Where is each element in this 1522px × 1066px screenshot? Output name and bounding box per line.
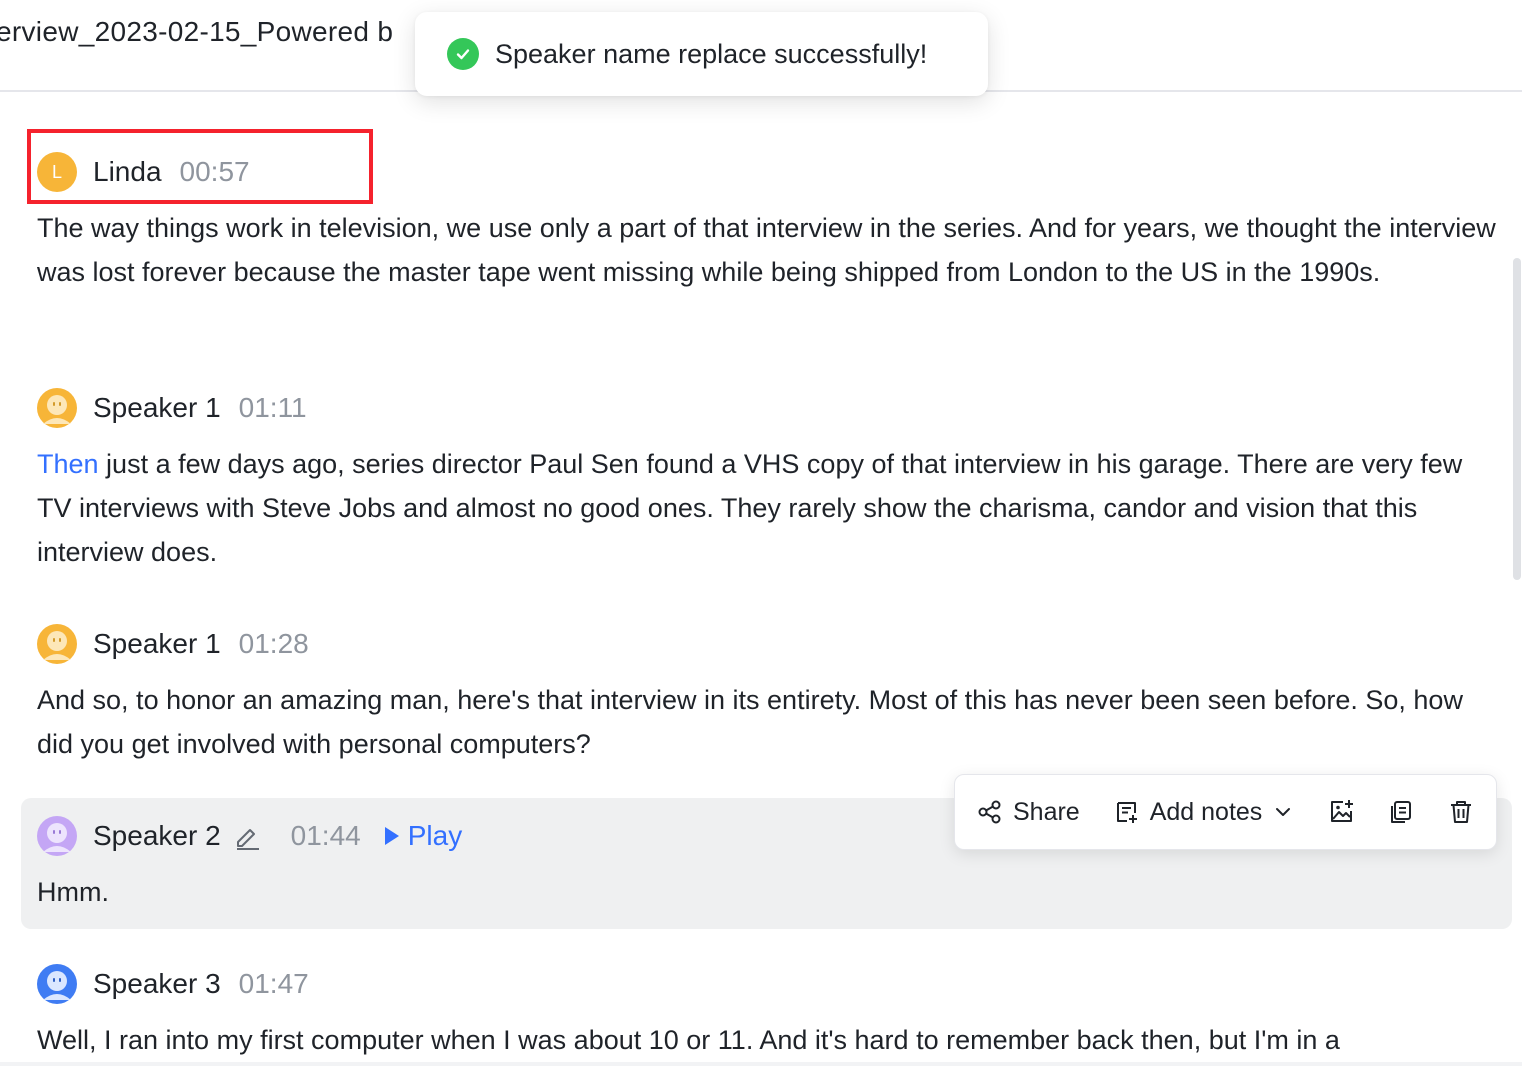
insert-image-button[interactable] bbox=[1328, 790, 1356, 834]
delete-icon bbox=[1451, 801, 1472, 823]
segment-toolbar: Share Add notes bbox=[954, 774, 1497, 850]
share-label: Share bbox=[1013, 797, 1080, 826]
speaker-name[interactable]: Speaker 3 bbox=[93, 968, 221, 1000]
segment-text[interactable]: Hmm. bbox=[37, 870, 1497, 914]
success-toast: Speaker name replace successfully! bbox=[415, 12, 988, 96]
segment-header: Speaker 1 01:28 bbox=[37, 624, 309, 664]
add-notes-label: Add notes bbox=[1149, 797, 1263, 826]
segment-header: Speaker 1 01:11 bbox=[37, 388, 307, 428]
segment-header: Speaker 3 01:47 bbox=[37, 964, 309, 1004]
delete-button[interactable] bbox=[1448, 790, 1474, 834]
timestamp[interactable]: 01:47 bbox=[239, 968, 309, 1000]
segment-text[interactable]: Then just a few days ago, series directo… bbox=[37, 442, 1497, 574]
segment-text[interactable]: Well, I ran into my first computer when … bbox=[37, 1018, 1497, 1062]
avatar bbox=[37, 816, 77, 856]
timestamp[interactable]: 01:11 bbox=[239, 392, 307, 424]
timestamp[interactable]: 01:28 bbox=[239, 628, 309, 660]
share-button[interactable]: Share bbox=[977, 790, 1080, 834]
speaker-name[interactable]: Speaker 1 bbox=[93, 628, 221, 660]
speaker-face-icon bbox=[43, 631, 71, 660]
share-icon bbox=[978, 800, 1001, 824]
segment-header: Speaker 2 01:44 Play bbox=[37, 816, 462, 856]
check-circle-icon bbox=[447, 38, 479, 70]
document-title[interactable]: erview_2023-02-15_Powered b bbox=[0, 16, 393, 48]
add-notes-button[interactable]: Add notes bbox=[1114, 790, 1293, 834]
play-button[interactable]: Play bbox=[384, 820, 463, 852]
avatar bbox=[37, 624, 77, 664]
annotation-highlight-box bbox=[27, 129, 373, 204]
speaker-face-icon bbox=[43, 395, 71, 424]
copy-button[interactable] bbox=[1388, 790, 1414, 834]
image-add-icon bbox=[1331, 800, 1354, 822]
edit-pencil-icon[interactable] bbox=[233, 822, 261, 850]
timestamp[interactable]: 01:44 bbox=[291, 820, 361, 852]
speaker-name[interactable]: Speaker 1 bbox=[93, 392, 221, 424]
play-icon bbox=[384, 827, 399, 845]
chevron-down-icon bbox=[1276, 808, 1291, 816]
notes-icon bbox=[1116, 802, 1137, 823]
copy-icon bbox=[1391, 801, 1412, 823]
play-label: Play bbox=[407, 820, 463, 851]
toast-message: Speaker name replace successfully! bbox=[495, 38, 928, 69]
bottom-divider bbox=[0, 1062, 1522, 1066]
segment-text[interactable]: The way things work in television, we us… bbox=[37, 206, 1497, 294]
speaker-name[interactable]: Speaker 2 bbox=[93, 820, 221, 852]
vertical-scrollbar[interactable] bbox=[1513, 258, 1521, 580]
avatar bbox=[37, 388, 77, 428]
current-word[interactable]: Then bbox=[37, 449, 99, 479]
segment-text-rest: just a few days ago, series director Pau… bbox=[37, 449, 1463, 567]
avatar bbox=[37, 964, 77, 1004]
speaker-face-icon bbox=[43, 971, 71, 1000]
segment-text[interactable]: And so, to honor an amazing man, here's … bbox=[37, 678, 1497, 766]
speaker-face-icon bbox=[43, 823, 71, 852]
